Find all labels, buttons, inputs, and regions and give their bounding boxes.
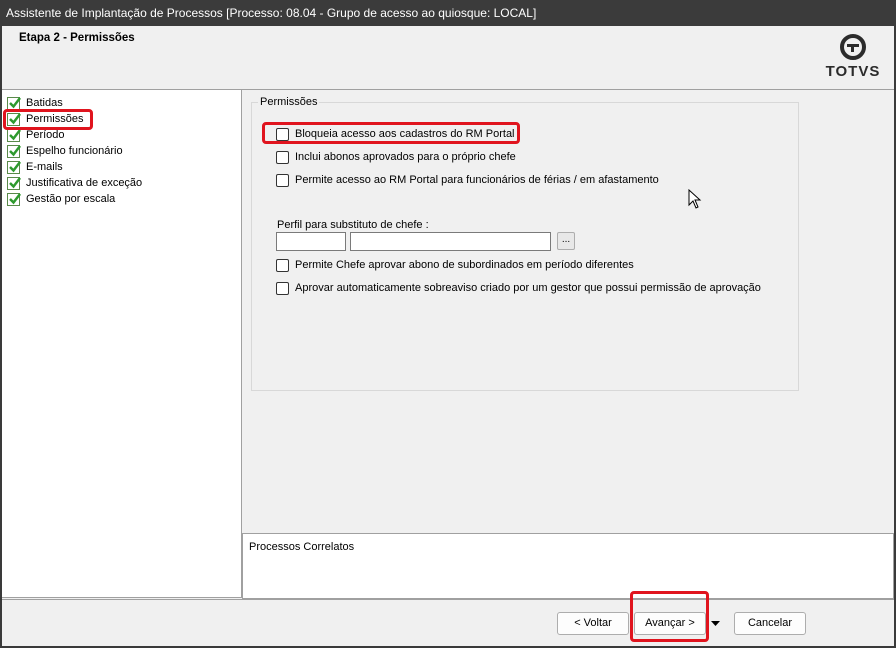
totvs-logo: TOTVS: [822, 34, 884, 84]
check-icon: [7, 144, 21, 158]
steps-tree: Batidas Permissões Período Espelho funci…: [2, 90, 242, 598]
tree-item-periodo[interactable]: Período: [7, 127, 65, 143]
tree-item-batidas[interactable]: Batidas: [7, 95, 63, 111]
tree-item-label: Gestão por escala: [26, 193, 116, 205]
tree-item-permissoes[interactable]: Permissões: [7, 111, 83, 127]
option-bloqueia-acesso[interactable]: Bloqueia acesso aos cadastros do RM Port…: [276, 126, 515, 142]
chefe-aprovar-abono-checkbox[interactable]: [276, 258, 289, 272]
next-button[interactable]: Avançar >: [634, 612, 706, 635]
cancel-button[interactable]: Cancelar: [734, 612, 806, 635]
substitute-code-input[interactable]: [276, 232, 346, 251]
inclui-abonos-checkbox[interactable]: [276, 150, 289, 164]
permite-acesso-ferias-checkbox[interactable]: [276, 173, 289, 187]
chevron-down-icon: [711, 621, 720, 626]
related-processes-panel: Processos Correlatos: [242, 533, 894, 599]
back-button[interactable]: < Voltar: [557, 612, 629, 635]
tree-item-label: E-mails: [26, 161, 63, 173]
check-icon: [7, 160, 21, 174]
check-icon: [7, 176, 21, 190]
tree-item-espelho-funcionario[interactable]: Espelho funcionário: [7, 143, 123, 159]
wizard-header: Etapa 2 - Permissões TOTVS: [2, 26, 894, 90]
option-label: Inclui abonos aprovados para o próprio c…: [295, 151, 516, 163]
wizard-footer: < Voltar Avançar > Cancelar: [2, 591, 894, 646]
option-label: Permite acesso ao RM Portal para funcion…: [295, 174, 659, 186]
check-icon: [7, 112, 21, 126]
option-inclui-abonos[interactable]: Inclui abonos aprovados para o próprio c…: [276, 149, 516, 165]
bloqueia-acesso-checkbox[interactable]: [276, 127, 289, 141]
tree-item-label: Justificativa de exceção: [26, 177, 143, 189]
related-processes-label: Processos Correlatos: [249, 541, 355, 553]
logo-text: TOTVS: [825, 63, 881, 80]
totvs-logo-icon: [840, 34, 866, 60]
mouse-cursor-icon: [688, 189, 702, 209]
tree-item-justificativa-excecao[interactable]: Justificativa de exceção: [7, 175, 142, 191]
tree-item-label: Permissões: [26, 113, 84, 125]
option-label: Permite Chefe aprovar abono de subordina…: [295, 259, 634, 271]
wizard-window: Etapa 2 - Permissões TOTVS Batidas Permi…: [2, 26, 894, 646]
permissions-group: Permissões Bloqueia acesso aos cadastros…: [251, 96, 799, 391]
option-permite-acesso-ferias[interactable]: Permite acesso ao RM Portal para funcion…: [276, 172, 659, 188]
option-label: Bloqueia acesso aos cadastros do RM Port…: [295, 128, 515, 140]
substitute-name-input[interactable]: [350, 232, 551, 251]
tree-item-label: Período: [26, 129, 65, 141]
tree-item-label: Batidas: [26, 97, 63, 109]
permissions-panel: Permissões Bloqueia acesso aos cadastros…: [243, 90, 894, 533]
check-icon: [7, 192, 21, 206]
tree-item-emails[interactable]: E-mails: [7, 159, 63, 175]
permissions-legend: Permissões: [258, 96, 320, 108]
tree-item-label: Espelho funcionário: [26, 145, 123, 157]
option-label: Aprovar automaticamente sobreaviso criad…: [295, 282, 761, 294]
substitute-label: Perfil para substituto de chefe :: [277, 219, 429, 231]
step-title: Etapa 2 - Permissões: [19, 32, 135, 44]
tree-item-gestao-escala[interactable]: Gestão por escala: [7, 191, 115, 207]
check-icon: [7, 96, 21, 110]
check-icon: [7, 128, 21, 142]
window-title: Assistente de Implantação de Processos […: [0, 0, 896, 26]
lookup-button[interactable]: ...: [557, 232, 575, 250]
option-aprovar-sobreaviso[interactable]: Aprovar automaticamente sobreaviso criad…: [276, 280, 761, 296]
aprovar-sobreaviso-checkbox[interactable]: [276, 281, 289, 295]
next-dropdown-button[interactable]: [707, 612, 723, 635]
option-chefe-aprovar-abono[interactable]: Permite Chefe aprovar abono de subordina…: [276, 257, 634, 273]
